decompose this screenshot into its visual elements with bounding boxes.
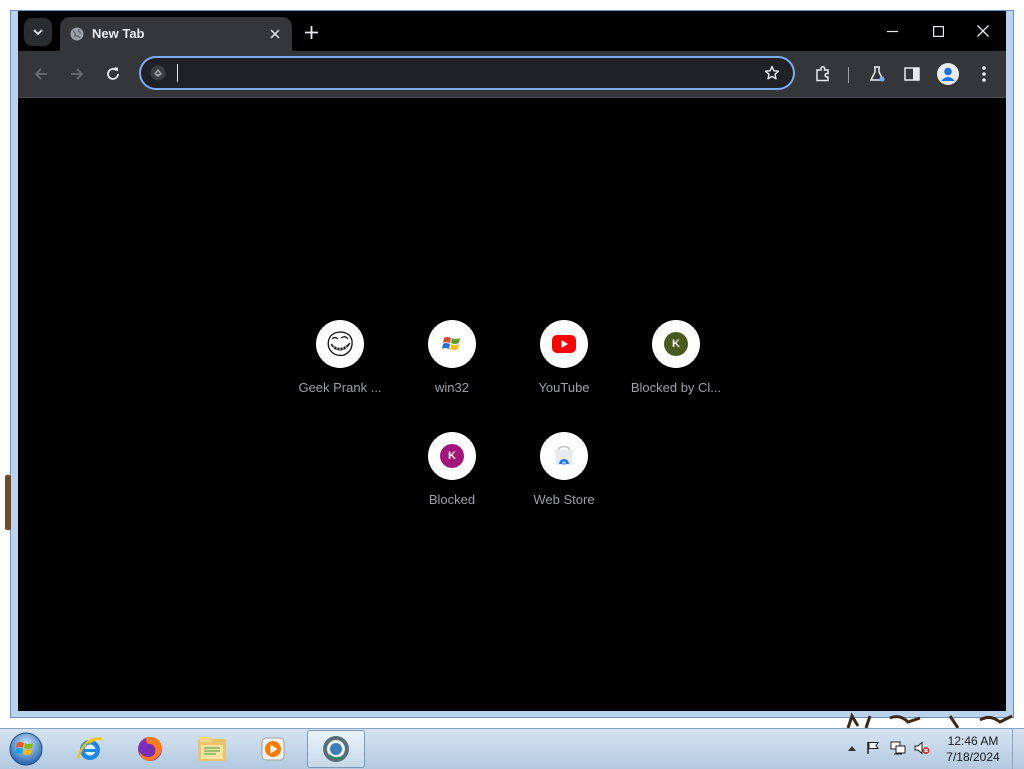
back-arrow-icon	[34, 68, 47, 80]
tab-strip: New Tab	[18, 11, 1006, 51]
show-hidden-icons-button[interactable]	[844, 740, 860, 756]
system-clock[interactable]: 12:46 AM 7/18/2024	[940, 733, 1006, 765]
shortcut-icon-circle	[540, 320, 588, 368]
taskbar-file-explorer[interactable]	[183, 730, 241, 768]
maximize-icon	[932, 25, 944, 37]
shortcut-label: YouTube	[538, 380, 590, 395]
minimize-icon	[886, 30, 898, 32]
toolbar	[18, 51, 1006, 98]
shortcut-tile[interactable]: YouTube	[508, 320, 620, 432]
file-explorer-icon	[198, 737, 226, 761]
trollface-icon	[327, 331, 353, 357]
labs-icon	[869, 66, 885, 82]
side-panel-icon	[904, 67, 920, 81]
taskbar-chrome[interactable]	[307, 730, 365, 768]
tab-close-button[interactable]	[266, 25, 284, 43]
forward-button[interactable]	[63, 60, 91, 88]
globe-icon	[70, 27, 84, 41]
shortcut-icon-circle	[316, 320, 364, 368]
show-desktop-button[interactable]	[1012, 729, 1024, 769]
forward-arrow-icon	[71, 68, 84, 80]
profile-button[interactable]	[934, 60, 962, 88]
windows-start-orb-icon	[9, 732, 43, 766]
volume-button[interactable]	[914, 740, 930, 756]
new-tab-button[interactable]	[298, 19, 324, 45]
clock-date: 7/18/2024	[946, 750, 1000, 764]
shortcut-icon-circle	[428, 320, 476, 368]
start-button[interactable]	[6, 730, 46, 768]
shortcut-icon-circle: K	[428, 432, 476, 480]
search-engine-icon	[150, 65, 166, 81]
extensions-icon	[816, 65, 829, 82]
letter-badge-icon: K	[440, 444, 464, 468]
browser-window: New Tab Geek Prank ... win32 YouTube K B…	[10, 10, 1014, 718]
side-panel-button[interactable]	[898, 60, 926, 88]
action-center-button[interactable]	[865, 740, 881, 756]
youtube-icon	[552, 335, 576, 353]
media-player-icon	[261, 737, 285, 761]
extensions-button[interactable]	[809, 60, 837, 88]
letter-badge-icon: K	[664, 332, 688, 356]
web-store-icon	[555, 445, 573, 465]
shortcut-tile[interactable]: win32	[396, 320, 508, 432]
tab-search-button[interactable]	[24, 18, 52, 46]
new-tab-page: Geek Prank ... win32 YouTube K Blocked b…	[18, 98, 1006, 711]
windows-logo-icon	[442, 337, 460, 350]
plus-icon	[304, 25, 318, 39]
reload-button[interactable]	[99, 60, 127, 88]
desktop-background-fragment	[5, 475, 11, 530]
address-input[interactable]	[175, 61, 749, 87]
tab-search-icon	[33, 29, 43, 36]
internet-explorer-icon	[76, 737, 103, 760]
labs-button[interactable]	[863, 60, 891, 88]
shortcut-tile[interactable]: Geek Prank ...	[284, 320, 396, 432]
shortcut-label: Geek Prank ...	[298, 380, 382, 395]
tab-new-tab[interactable]: New Tab	[60, 17, 292, 51]
shortcut-tile[interactable]: K Blocked	[396, 432, 508, 544]
clock-time: 12:46 AM	[947, 734, 999, 748]
chrome-frame: New Tab Geek Prank ... win32 YouTube K B…	[18, 11, 1006, 711]
tab-title: New Tab	[92, 26, 145, 41]
reload-icon	[107, 67, 119, 80]
taskbar-media-player[interactable]	[244, 730, 302, 768]
window-close-icon	[977, 25, 989, 37]
shortcut-icon-circle	[540, 432, 588, 480]
address-bar[interactable]	[139, 56, 795, 90]
back-button[interactable]	[27, 60, 55, 88]
more-menu-button[interactable]	[970, 60, 998, 88]
maximize-button[interactable]	[915, 15, 961, 47]
chrome-icon	[323, 736, 349, 762]
shortcut-label: Web Store	[533, 492, 595, 507]
network-icon	[890, 741, 906, 755]
shortcut-label: Blocked by Cl...	[630, 380, 722, 395]
taskbar-internet-explorer[interactable]	[61, 730, 119, 768]
profile-icon	[937, 63, 959, 85]
shortcut-tile[interactable]: Web Store	[508, 432, 620, 544]
flag-icon	[867, 742, 879, 754]
shortcut-label: win32	[435, 380, 469, 395]
star-icon	[764, 65, 780, 80]
more-vert-icon	[982, 66, 986, 82]
window-close-button[interactable]	[960, 15, 1006, 47]
network-button[interactable]	[890, 740, 906, 756]
bookmark-star-button[interactable]	[761, 62, 783, 84]
text-caret	[177, 64, 178, 82]
shortcut-icon-circle: K	[652, 320, 700, 368]
taskbar-firefox[interactable]	[121, 730, 179, 768]
shortcut-label: Blocked	[428, 492, 476, 507]
minimize-button[interactable]	[869, 15, 915, 47]
close-icon	[270, 29, 280, 39]
chevron-up-icon	[848, 746, 856, 751]
toolbar-separator	[848, 67, 849, 83]
shortcut-tile[interactable]: K Blocked by Cl...	[620, 320, 732, 432]
volume-muted-icon	[914, 741, 930, 755]
taskbar: 12:46 AM 7/18/2024	[0, 728, 1024, 769]
firefox-icon	[138, 737, 162, 761]
